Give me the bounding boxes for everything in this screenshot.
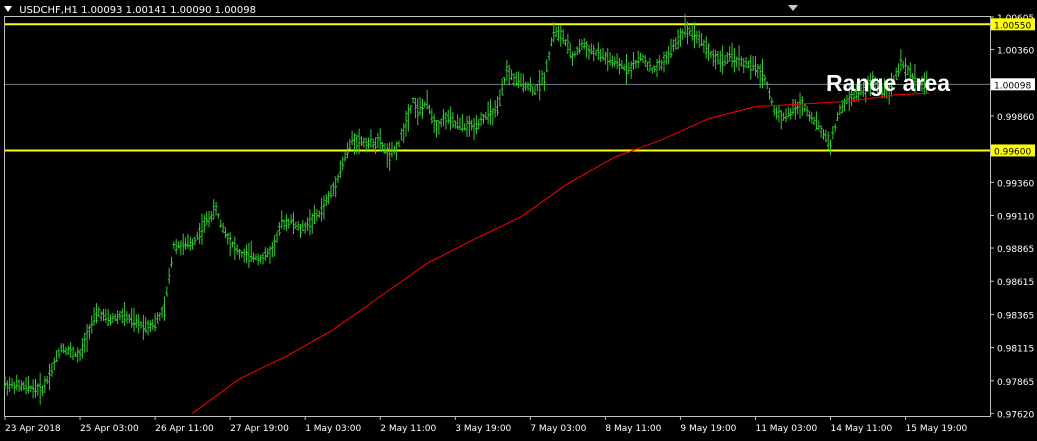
symbol-timeframe: USDCHF,H1 — [19, 5, 78, 16]
x-tick-label: 3 May 19:00 — [455, 424, 511, 434]
x-tick-label: 26 Apr 11:00 — [155, 424, 214, 434]
y-tick-label: 1.00360 — [997, 47, 1034, 57]
y-tick-label: 0.98115 — [997, 345, 1034, 355]
y-tick-label: 0.99110 — [997, 213, 1034, 223]
resistance-level-label: 1.00550 — [994, 21, 1031, 31]
chart-shift-marker-icon[interactable] — [788, 5, 798, 11]
y-tick-label: 0.98365 — [997, 311, 1034, 321]
x-tick-label: 27 Apr 19:00 — [230, 424, 289, 434]
x-tick-label: 2 May 11:00 — [380, 424, 436, 434]
price-chart[interactable]: 1.006051.003600.998600.993600.991100.988… — [0, 0, 1037, 441]
x-tick-label: 9 May 19:00 — [680, 424, 736, 434]
y-tick-label: 0.99860 — [997, 113, 1034, 123]
moving-average-line — [192, 92, 930, 414]
chart-header: USDCHF,H1 1.00093 1.00141 1.00090 1.0009… — [4, 5, 256, 16]
x-tick-label: 1 May 03:00 — [305, 424, 361, 434]
y-tick-label: 0.97865 — [997, 378, 1034, 388]
y-tick-label: 0.97620 — [997, 410, 1034, 420]
support-level-label: 0.99600 — [994, 147, 1031, 157]
range-area-annotation: Range area — [826, 70, 951, 96]
y-tick-label: 0.98865 — [997, 245, 1034, 255]
x-tick-label: 8 May 11:00 — [605, 424, 661, 434]
collapse-triangle-icon[interactable] — [4, 6, 12, 12]
current-level-label: 1.00098 — [994, 81, 1031, 91]
ohlc-values: 1.00093 1.00141 1.00090 1.00098 — [81, 5, 257, 16]
y-tick-label: 0.98615 — [997, 278, 1034, 288]
x-tick-label: 11 May 03:00 — [755, 424, 817, 434]
x-tick-label: 23 Apr 2018 — [5, 424, 61, 434]
x-tick-label: 14 May 11:00 — [831, 424, 893, 434]
x-tick-label: 7 May 03:00 — [530, 424, 586, 434]
y-tick-label: 0.99360 — [997, 179, 1034, 189]
x-tick-label: 25 Apr 03:00 — [80, 424, 139, 434]
x-tick-label: 15 May 19:00 — [906, 424, 968, 434]
